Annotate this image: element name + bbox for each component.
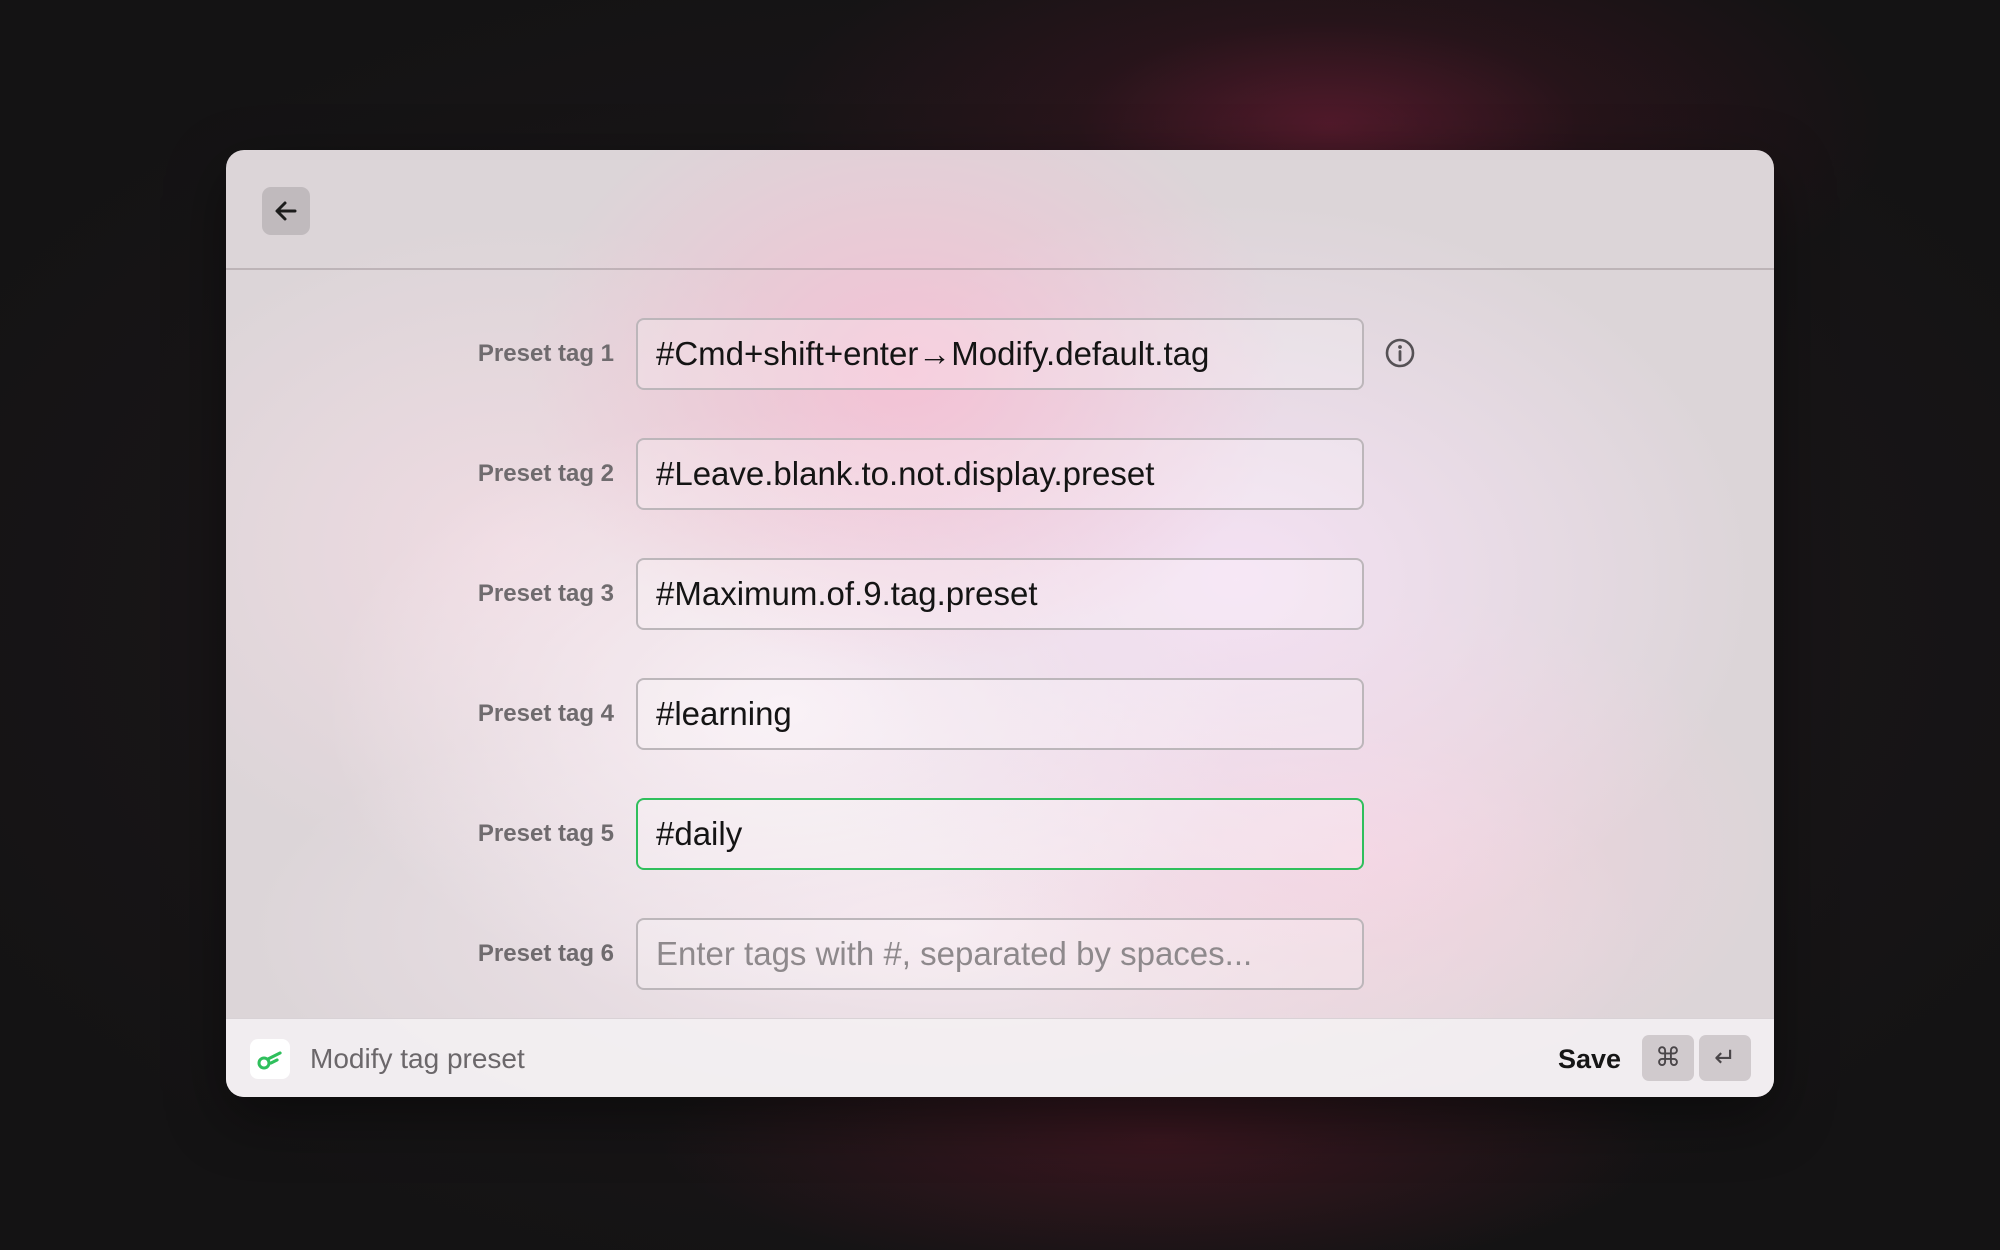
app-logo [250, 1039, 290, 1079]
footer-title: Modify tag preset [310, 1043, 525, 1074]
preset-tag-1-label: Preset tag 1 [477, 340, 614, 367]
tag-preset-window: Preset tag 1 Preset tag 2 Preset tag 3 P… [226, 150, 1774, 1097]
preset-tag-6-input[interactable] [636, 918, 1364, 990]
enter-key-icon[interactable]: ↵ [1699, 1035, 1751, 1081]
preset-tag-row-1: Preset tag 1 [226, 318, 1774, 390]
back-button[interactable] [262, 187, 310, 235]
arrow-left-icon [275, 201, 297, 221]
preset-tag-2-label: Preset tag 2 [477, 460, 614, 487]
preset-tag-row-2: Preset tag 2 [226, 438, 1774, 510]
info-circle-icon[interactable] [1383, 336, 1417, 370]
preset-tag-6-label: Preset tag 6 [477, 940, 614, 967]
preset-tag-5-label: Preset tag 5 [477, 820, 614, 847]
footer-bar: Modify tag preset Save ⌘ ↵ [226, 1018, 1774, 1097]
save-button[interactable]: Save [1558, 1035, 1621, 1083]
top-bar [226, 150, 1774, 270]
preset-tag-2-input[interactable] [636, 438, 1364, 510]
preset-tag-row-4: Preset tag 4 [226, 678, 1774, 750]
preset-tag-row-5: Preset tag 5 [226, 798, 1774, 870]
preset-tag-4-label: Preset tag 4 [477, 700, 614, 727]
preset-tag-1-input[interactable] [636, 318, 1364, 390]
preset-tag-5-input[interactable] [636, 798, 1364, 870]
key-icon [257, 1051, 282, 1070]
preset-tag-row-3: Preset tag 3 [226, 558, 1774, 630]
preset-tag-4-input[interactable] [636, 678, 1364, 750]
preset-tag-row-6: Preset tag 6 [226, 918, 1774, 990]
preset-tag-3-input[interactable] [636, 558, 1364, 630]
preset-tag-3-label: Preset tag 3 [477, 580, 614, 607]
command-key-icon[interactable]: ⌘ [1642, 1035, 1694, 1081]
